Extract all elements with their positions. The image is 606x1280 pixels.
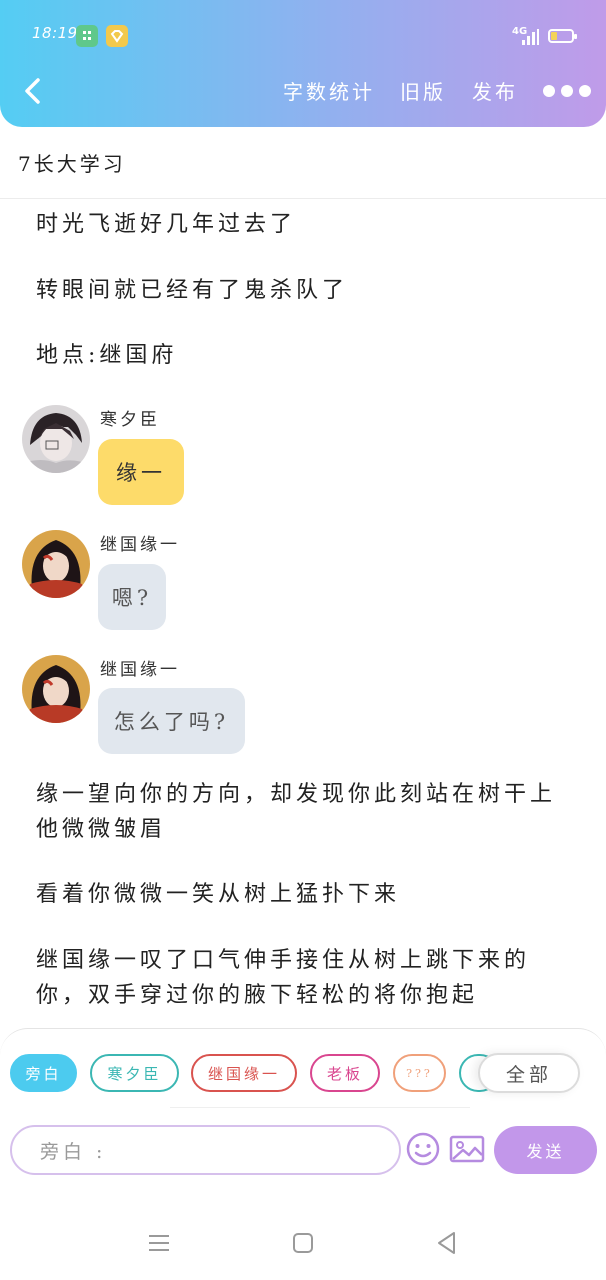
story-paragraph[interactable]: 时光飞逝好几年过去了 xyxy=(36,207,296,242)
story-paragraph[interactable]: 转眼间就已经有了鬼杀队了 xyxy=(36,273,348,308)
divider xyxy=(0,198,606,199)
role-chip-boss[interactable]: 老板 xyxy=(310,1054,380,1092)
avatar[interactable] xyxy=(22,655,90,723)
paragraph-line: 他微微皱眉 xyxy=(36,817,167,842)
divider xyxy=(170,1107,470,1108)
top-nav: 字数统计 旧版 发布 xyxy=(0,70,606,114)
role-chip-yoriichi[interactable]: 继国缘一 xyxy=(191,1054,297,1092)
all-roles-button[interactable]: 全部 xyxy=(478,1053,580,1093)
signal-icon xyxy=(520,29,539,45)
message-bubble[interactable]: 缘一 xyxy=(98,439,184,505)
speaker-name: 寒夕臣 xyxy=(100,410,160,430)
story-paragraph[interactable]: 缘一望向你的方向，却发现你此刻站在树干上 他微微皱眉 xyxy=(36,777,556,847)
speaker-name: 继国缘一 xyxy=(100,535,180,555)
app-notification-icon xyxy=(76,25,98,47)
back-arrow-icon[interactable] xyxy=(18,74,48,108)
role-chip-unknown[interactable]: ??? xyxy=(393,1054,446,1092)
role-chip-hanxichen[interactable]: 寒夕臣 xyxy=(90,1054,179,1092)
message-bubble[interactable]: 怎么了吗? xyxy=(98,688,245,754)
paragraph-line: 你，双手穿过你的腋下轻松的将你抱起 xyxy=(36,983,479,1008)
role-chip-narration[interactable]: 旁白 xyxy=(10,1054,77,1092)
publish-button[interactable]: 发布 xyxy=(472,76,518,105)
battery-icon xyxy=(548,29,577,43)
diamond-notification-icon xyxy=(106,25,128,47)
message-bubble[interactable]: 嗯? xyxy=(98,564,166,630)
home-icon[interactable] xyxy=(290,1230,316,1256)
system-nav-bar xyxy=(0,1178,606,1280)
story-title[interactable]: 7长大学习 xyxy=(18,148,126,177)
story-paragraph[interactable]: 地点:继国府 xyxy=(36,338,177,373)
back-triangle-icon[interactable] xyxy=(434,1230,460,1256)
story-paragraph[interactable]: 继国缘一叹了口气伸手接住从树上跳下来的 你，双手穿过你的腋下轻松的将你抱起 xyxy=(36,943,530,1013)
status-time: 18:19 xyxy=(32,24,78,42)
more-options-icon[interactable] xyxy=(541,84,591,98)
send-button[interactable]: 发送 xyxy=(494,1126,597,1174)
old-version-button[interactable]: 旧版 xyxy=(400,76,446,105)
story-paragraph[interactable]: 看着你微微一笑从树上猛扑下来 xyxy=(36,877,400,912)
paragraph-line: 继国缘一叹了口气伸手接住从树上跳下来的 xyxy=(36,948,531,973)
image-icon[interactable] xyxy=(448,1130,486,1168)
avatar[interactable] xyxy=(22,405,90,473)
emoji-icon[interactable] xyxy=(404,1130,442,1168)
word-count-button[interactable]: 字数统计 xyxy=(283,76,375,105)
header-bar: 18:19 4G 字数统计 旧版 发布 xyxy=(0,0,606,127)
status-bar: 18:19 4G xyxy=(0,22,606,52)
menu-icon[interactable] xyxy=(146,1230,172,1256)
paragraph-line: 缘一望向你的方向，却发现你此刻站在树干上 xyxy=(36,782,557,807)
speaker-name: 继国缘一 xyxy=(100,660,180,680)
message-input[interactable]: 旁白 : xyxy=(10,1125,401,1175)
avatar[interactable] xyxy=(22,530,90,598)
